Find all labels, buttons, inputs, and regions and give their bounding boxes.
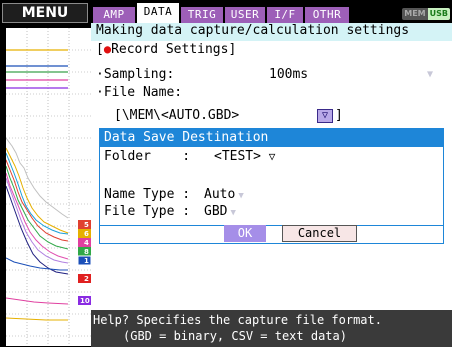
channel-marker-8-label: 8 <box>84 248 89 256</box>
tab-amp[interactable]: AMP <box>93 7 135 23</box>
channel-marker-1-label: 1 <box>84 257 89 265</box>
dialog-title: Data Save Destination <box>100 129 443 147</box>
waveform-traces <box>6 137 69 321</box>
mem-badge: MEM <box>402 8 428 20</box>
sampling-label: ·Sampling: <box>96 67 175 82</box>
name-type-value: Auto <box>204 187 236 202</box>
usb-badge: USB <box>427 8 450 20</box>
tab-user[interactable]: USER <box>225 7 265 23</box>
channel-marker-10-label: 10 <box>80 297 90 305</box>
tab-othr[interactable]: OTHR <box>305 7 349 23</box>
file-name-label: ·File Name: <box>96 85 183 100</box>
channel-marker-5-label: 5 <box>84 221 89 229</box>
chevron-down-icon: ▼ <box>230 208 236 218</box>
dialog-divider <box>100 225 443 226</box>
folder-value: <TEST> <box>214 149 261 164</box>
channel-marker-2-label: 2 <box>84 275 89 283</box>
record-dot-icon: ● <box>103 42 112 56</box>
chevron-down-icon: ▼ <box>426 69 433 80</box>
file-name-browse-button[interactable]: ▽ <box>317 109 333 123</box>
tab-data[interactable]: DATA <box>137 3 179 23</box>
help-line-1: Help? Specifies the capture file format. <box>93 313 382 327</box>
name-type-dropdown[interactable]: Auto ▼ <box>204 187 244 203</box>
waveform-graph: 5 6 4 8 1 2 10 <box>6 28 91 346</box>
file-name-close-bracket: ] <box>335 108 343 123</box>
waveform-display: 5 6 4 8 1 2 10 <box>6 28 91 346</box>
help-bar: Help? Specifies the capture file format.… <box>91 310 452 347</box>
file-type-value: GBD <box>204 204 228 219</box>
file-type-label: File Type : <box>104 204 191 219</box>
storage-status: MEM USB <box>402 8 450 20</box>
help-line-2: (GBD = binary, CSV = text data) <box>123 329 347 343</box>
record-settings-label: Record Settings] <box>111 42 237 57</box>
file-name-value: [\MEM\<AUTO.GBD> <box>114 108 240 123</box>
folder-dropdown[interactable]: <TEST> ▽ <box>214 149 275 165</box>
panel-title: Making data capture/calculation settings <box>91 23 452 41</box>
save-destination-dialog: Data Save Destination Folder : <TEST> ▽ … <box>99 128 444 244</box>
channel-marker-4-label: 4 <box>84 239 89 247</box>
menu-button[interactable]: MENU <box>2 3 88 23</box>
file-type-dropdown[interactable]: GBD ▼ <box>204 204 236 220</box>
sampling-select[interactable]: 100ms ▼ <box>269 67 437 83</box>
record-settings-heading: [●Record Settings] <box>96 41 236 58</box>
ok-button[interactable]: OK <box>224 225 266 242</box>
triangle-down-icon: ▽ <box>268 150 276 163</box>
cancel-button[interactable]: Cancel <box>282 225 357 242</box>
sampling-value: 100ms <box>269 67 309 82</box>
channel-marker-6-label: 6 <box>84 230 89 238</box>
tab-bar: AMP DATA TRIG USER I/F OTHR MEM USB <box>91 3 452 23</box>
name-type-label: Name Type : <box>104 187 191 202</box>
tab-if[interactable]: I/F <box>267 7 303 23</box>
chevron-down-icon: ▼ <box>238 191 244 201</box>
waveform-panel: MENU 5 6 4 8 1 2 10 <box>0 0 91 347</box>
folder-label: Folder : <box>104 149 191 164</box>
record-bracket: [ <box>96 42 104 57</box>
tab-trig[interactable]: TRIG <box>181 7 223 23</box>
